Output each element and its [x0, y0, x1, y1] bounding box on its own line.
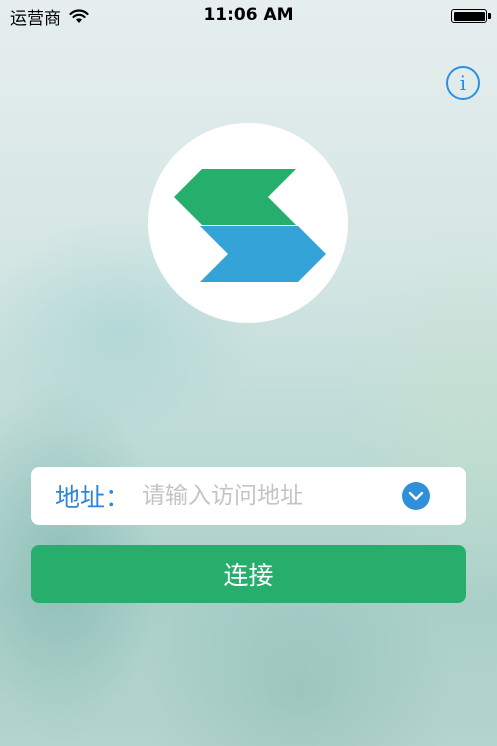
chevron-down-icon: [408, 491, 424, 501]
status-left: 运营商: [10, 4, 89, 29]
address-input[interactable]: [140, 482, 394, 510]
status-bar: 运营商: [0, 0, 497, 32]
wifi-icon: [69, 8, 89, 23]
battery-level: [453, 11, 485, 21]
address-field: 地址：: [31, 467, 466, 525]
address-dropdown-button[interactable]: [402, 482, 430, 510]
info-button[interactable]: i: [446, 66, 480, 100]
app-logo-icon: [174, 169, 326, 282]
logo-green-chevron: [174, 169, 296, 225]
app-logo: [148, 123, 348, 323]
info-icon: i: [459, 71, 467, 95]
battery-icon: [451, 9, 491, 23]
logo-blue-chevron: [200, 226, 326, 282]
carrier-name: 运营商: [10, 8, 61, 29]
connect-button[interactable]: 连接: [31, 545, 466, 603]
address-label: 地址：: [55, 483, 131, 512]
